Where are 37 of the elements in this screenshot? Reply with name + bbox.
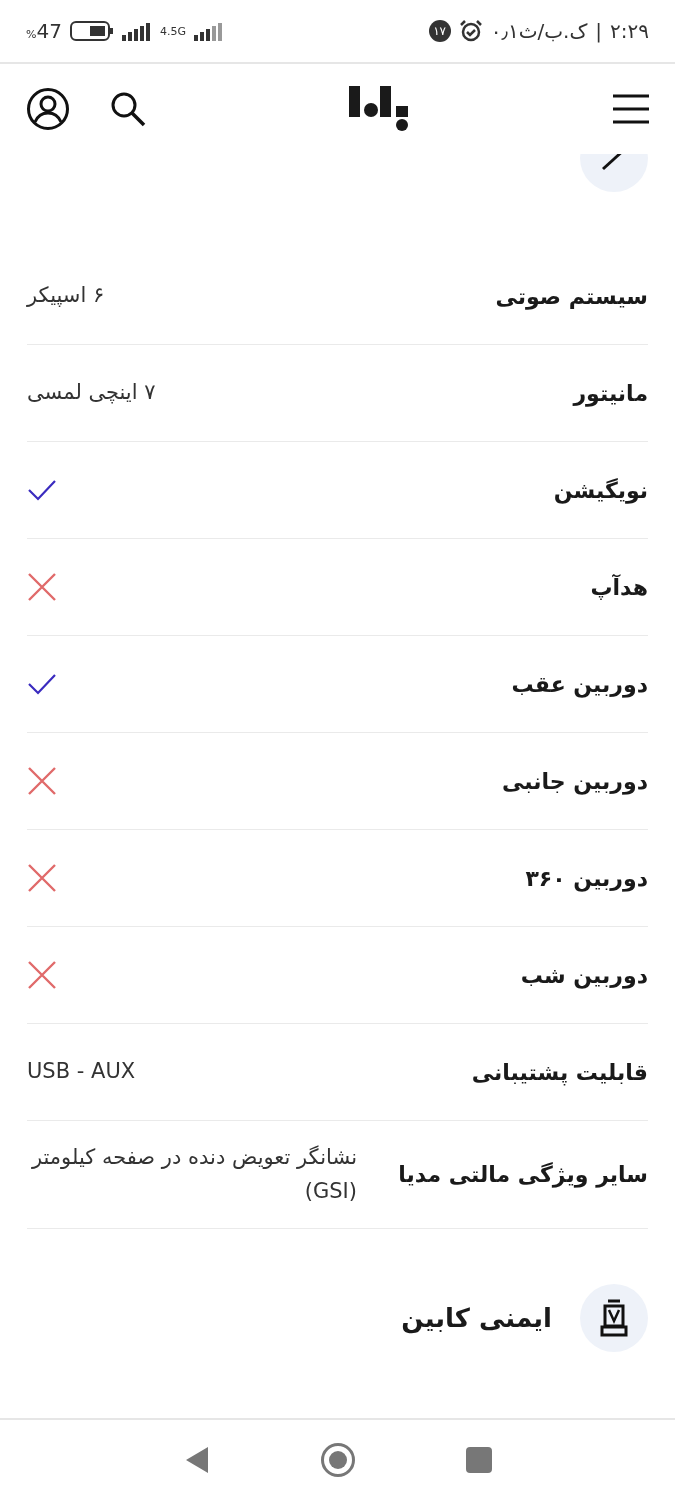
notification-count: ۱۷ (428, 20, 451, 42)
cross-icon (27, 766, 57, 796)
spec-value: ۶ اسپیکر (27, 282, 105, 310)
menu-icon[interactable] (613, 94, 649, 124)
check-icon (27, 672, 57, 696)
clock: ۲:۲۹ (610, 19, 649, 43)
spec-label: هدآپ (590, 574, 648, 600)
logo-icon[interactable] (348, 86, 411, 132)
recents-icon[interactable] (465, 1447, 492, 1473)
signal-icon (193, 21, 224, 41)
separator: | (595, 19, 603, 43)
account-icon[interactable] (26, 87, 70, 131)
alarm-icon (458, 19, 483, 43)
home-icon[interactable] (319, 1442, 356, 1478)
section-title: ایمنی کابین (401, 1303, 552, 1334)
spec-value: نشانگر تعویض دنده در صفحه کیلومتر (GSI) (30, 1144, 357, 1205)
battery-percent: %47 (26, 19, 62, 43)
cross-icon (27, 863, 57, 893)
spec-value: USB - AUX (27, 1058, 136, 1086)
spec-label: سیستم صوتی (495, 283, 648, 309)
spec-label: نویگیشن (553, 477, 648, 503)
spec-label: دوربین شب (520, 962, 648, 988)
check-icon (27, 478, 57, 502)
spec-label: سایر ویژگی مالتی مدیا (398, 1162, 648, 1188)
spec-label: قابلیت پشتیبانی (471, 1059, 648, 1085)
battery-icon (69, 21, 114, 41)
spec-label: مانیتور (573, 380, 648, 406)
network-type: 4.5G (159, 24, 186, 38)
cross-icon (27, 960, 57, 990)
signal-icon (121, 21, 152, 41)
spec-label: دوربین ۳۶۰ (525, 865, 648, 891)
spec-label: دوربین جانبی (502, 768, 648, 794)
spec-label: دوربین عقب (511, 671, 648, 697)
spec-value: ۷ اینچی لمسی (27, 379, 156, 407)
cross-icon (27, 572, 57, 602)
network-speed: ۰٫۱ک.ب/ث (490, 19, 588, 43)
search-icon[interactable] (110, 91, 146, 127)
